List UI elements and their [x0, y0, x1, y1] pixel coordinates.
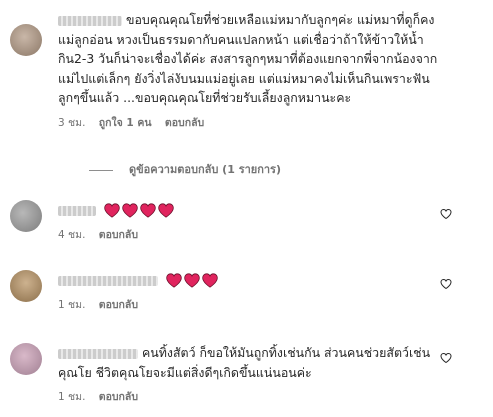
comment-meta: 1 ชม. ตอบกลับ — [58, 388, 443, 405]
username-blurred[interactable] — [58, 15, 122, 26]
comment-meta: 1 ชม. ตอบกลับ — [58, 296, 443, 313]
like-heart-icon[interactable] — [440, 208, 452, 220]
avatar[interactable] — [10, 270, 42, 302]
view-replies-label: ดูข้อความตอบกลับ (1 รายการ) — [129, 163, 281, 176]
username-blurred[interactable] — [58, 205, 96, 216]
reply-button[interactable]: ตอบกลับ — [99, 391, 138, 403]
heart-emoji-icon — [166, 272, 184, 288]
like-heart-icon[interactable] — [440, 278, 452, 290]
likes-count[interactable]: ถูกใจ 1 คน — [99, 117, 152, 129]
heart-emoji-icon — [202, 272, 220, 288]
reply-button[interactable]: ตอบกลับ — [99, 229, 138, 241]
heart-emoji-icon — [140, 202, 158, 218]
reply-button[interactable]: ตอบกลับ — [165, 117, 204, 129]
heart-emoji-icon — [184, 272, 202, 288]
view-replies-button[interactable]: ดูข้อความตอบกลับ (1 รายการ) — [89, 160, 281, 178]
comment-text: ขอบคุณคุณโยที่ช่วยเหลือแม่หมากับลูกๆค่ะ … — [58, 12, 438, 106]
avatar[interactable] — [10, 24, 42, 56]
comment-time[interactable]: 1 ชม. — [58, 391, 85, 403]
username-blurred[interactable] — [58, 348, 138, 359]
heart-emoji-icon — [122, 202, 140, 218]
reply-button[interactable]: ตอบกลับ — [99, 299, 138, 311]
comment-meta: 4 ชม. ตอบกลับ — [58, 226, 443, 243]
comment-time[interactable]: 1 ชม. — [58, 299, 85, 311]
like-heart-icon[interactable] — [440, 352, 452, 364]
avatar[interactable] — [10, 200, 42, 232]
username-blurred[interactable] — [58, 275, 158, 286]
avatar[interactable] — [10, 343, 42, 375]
comment-time[interactable]: 3 ชม. — [58, 117, 85, 129]
heart-emoji-icon — [104, 202, 122, 218]
comment-meta: 3 ชม. ถูกใจ 1 คน ตอบกลับ — [58, 114, 443, 131]
heart-emoji-icon — [158, 202, 176, 218]
divider-line — [89, 169, 113, 171]
comment-time[interactable]: 4 ชม. — [58, 229, 85, 241]
